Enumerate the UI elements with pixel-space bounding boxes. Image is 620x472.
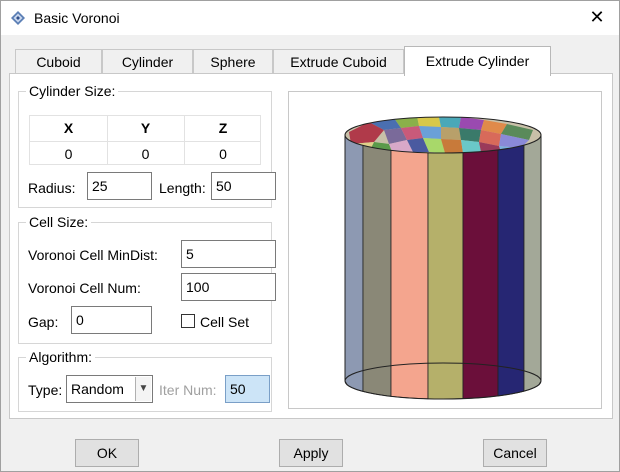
cell-size-group: Cell Size: Voronoi Cell MinDist: 5 Voron… (18, 214, 276, 344)
tab-extrude-cylinder[interactable]: Extrude Cylinder (404, 46, 551, 76)
radius-label: Radius: (28, 180, 76, 196)
window-title: Basic Voronoi (34, 10, 120, 26)
grid-header-y: Y (140, 120, 151, 136)
cylinder-size-group: Cylinder Size: X Y Z 0 0 0 Radius: 25 Le… (18, 83, 276, 208)
iter-num-label: Iter Num: (159, 382, 217, 398)
title-bar: Basic Voronoi ✕ (1, 1, 619, 35)
cylinder-size-title: Cylinder Size: (26, 83, 119, 99)
cylinder-stripe (523, 134, 542, 392)
length-label: Length: (159, 180, 206, 196)
cylinder-side (344, 134, 542, 400)
close-icon[interactable]: ✕ (587, 7, 607, 27)
cylinder-stripe (390, 149, 429, 400)
cylinder-stripe (497, 144, 525, 397)
cylinder-stripe (362, 144, 392, 397)
mindist-input[interactable]: 5 (181, 240, 276, 268)
grid-cell-x[interactable]: 0 (30, 146, 107, 162)
cell-set-label: Cell Set (200, 314, 250, 330)
grid-header-x: X (63, 120, 74, 136)
tab-cylinder[interactable]: Cylinder (102, 49, 193, 75)
tab-sphere[interactable]: Sphere (193, 49, 273, 75)
app-icon (11, 11, 25, 25)
basic-voronoi-dialog: Basic Voronoi ✕ Cuboid Cylinder Sphere E… (0, 0, 620, 472)
cylinder-stripe (427, 152, 464, 400)
cylinder-size-grid: X Y Z 0 0 0 (29, 115, 261, 165)
cancel-button[interactable]: Cancel (483, 439, 547, 467)
cell-num-label: Voronoi Cell Num: (28, 280, 141, 296)
radius-input[interactable]: 25 (87, 172, 152, 200)
cylinder-stripe (344, 134, 364, 392)
gap-input[interactable]: 0 (71, 306, 152, 334)
ok-button[interactable]: OK (75, 439, 139, 467)
algorithm-group: Algorithm: Type: Random ▼ Iter Num: 50 (18, 349, 272, 412)
voronoi-cylinder-render (344, 116, 542, 400)
gap-label: Gap: (28, 314, 59, 330)
length-input[interactable]: 50 (211, 172, 276, 200)
iter-num-input[interactable]: 50 (225, 375, 270, 403)
tab-cuboid[interactable]: Cuboid (15, 49, 102, 75)
cell-set-checkbox[interactable] (181, 314, 195, 328)
voronoi-preview (288, 91, 602, 409)
grid-cell-y[interactable]: 0 (107, 146, 184, 162)
type-select[interactable]: Random ▼ (66, 375, 153, 403)
type-select-value: Random (71, 381, 124, 397)
cell-num-input[interactable]: 100 (181, 273, 276, 301)
chevron-down-icon[interactable]: ▼ (135, 377, 151, 401)
apply-button[interactable]: Apply (279, 439, 343, 467)
algorithm-title: Algorithm: (26, 349, 96, 365)
cell-size-title: Cell Size: (26, 214, 92, 230)
cylinder-stripe (462, 149, 499, 400)
grid-cell-z[interactable]: 0 (184, 146, 262, 162)
tab-panel: Cylinder Size: X Y Z 0 0 0 Radius: 25 Le… (9, 73, 613, 419)
type-label: Type: (28, 382, 63, 398)
tab-extrude-cuboid[interactable]: Extrude Cuboid (273, 49, 404, 75)
grid-header-z: Z (218, 120, 228, 136)
mindist-label: Voronoi Cell MinDist: (28, 247, 158, 263)
